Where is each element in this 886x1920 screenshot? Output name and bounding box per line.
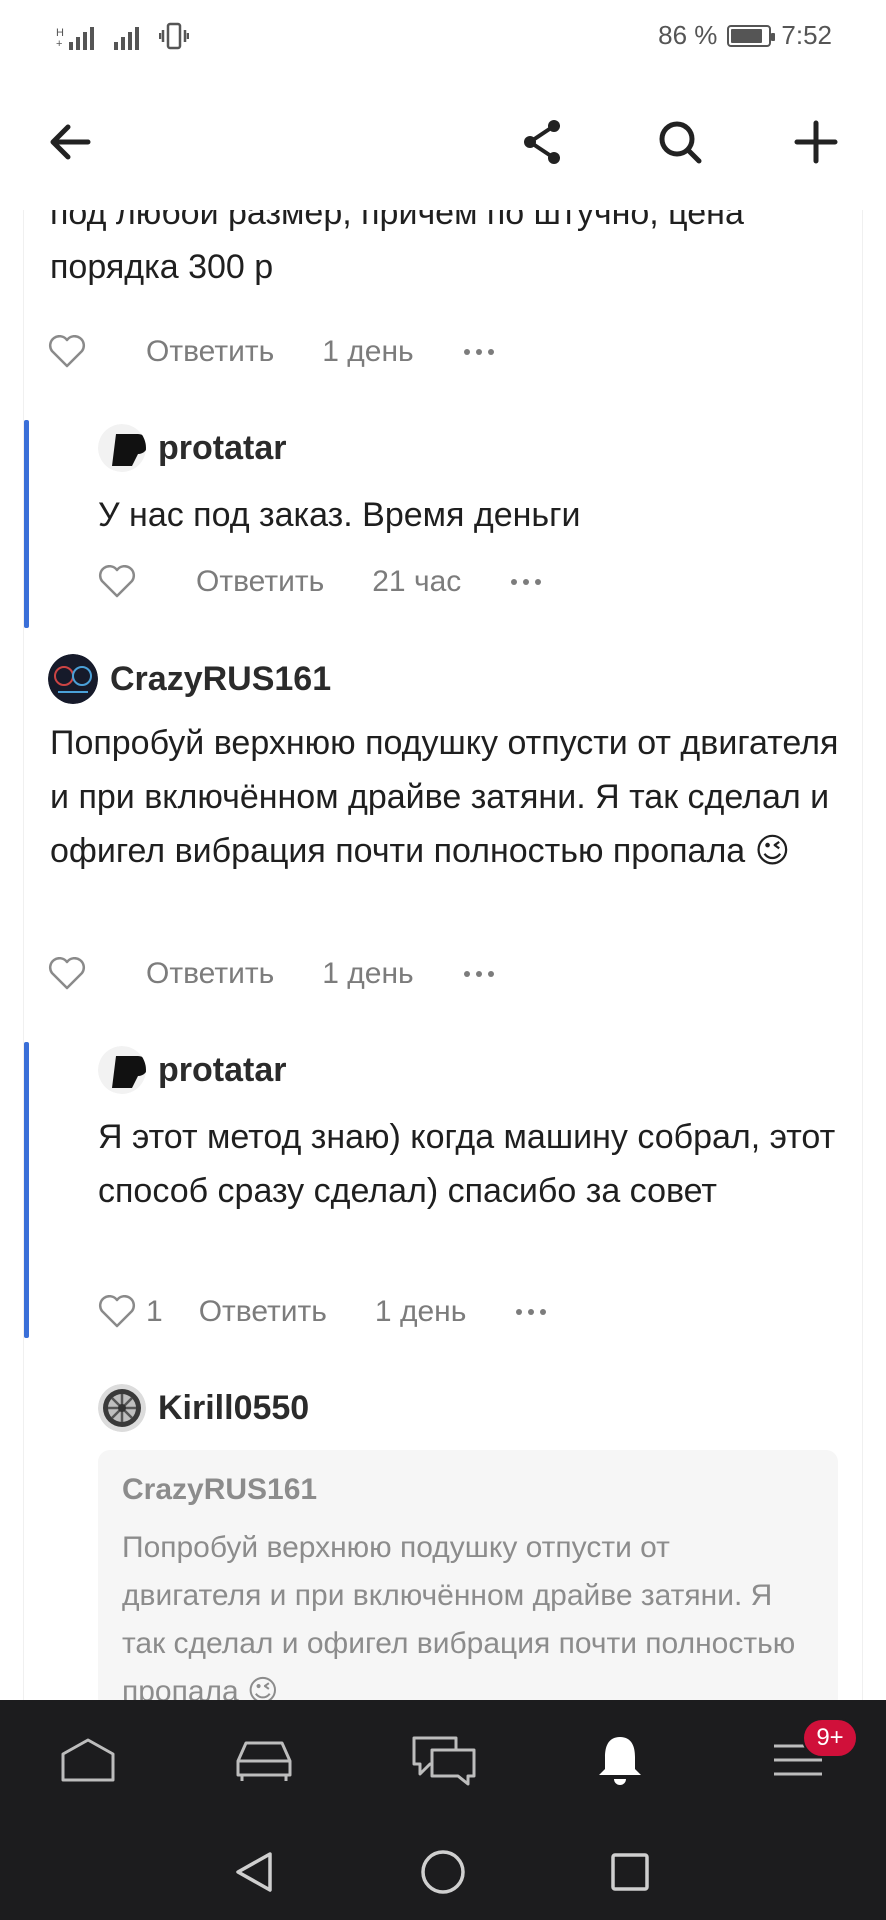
triangle-back-icon: [236, 1852, 272, 1892]
bottom-navigation: 9+: [0, 1700, 886, 1822]
reply-button[interactable]: Ответить: [146, 335, 274, 369]
author-name[interactable]: CrazyRUS161: [110, 660, 331, 699]
comment-actions: Ответить 1 день: [48, 332, 494, 372]
author-name[interactable]: protatar: [158, 429, 286, 468]
comment-time: 1 день: [374, 1295, 467, 1328]
reply-button[interactable]: Ответить: [146, 957, 274, 991]
like-button[interactable]: [98, 565, 146, 599]
more-options-button[interactable]: [463, 349, 494, 355]
comment-text: Попробуй верхнюю подушку отпусти от двиг…: [50, 724, 839, 870]
car-icon: [236, 1741, 292, 1781]
add-button[interactable]: [782, 108, 850, 176]
status-indicators: H +: [56, 22, 189, 50]
system-recents-button[interactable]: [600, 1842, 660, 1902]
signal-icon-sim2: [113, 24, 139, 50]
quote-author: CrazyRUS161: [122, 1473, 318, 1506]
more-options-button[interactable]: [463, 971, 494, 977]
author-name[interactable]: Kirill0550: [158, 1389, 309, 1428]
comment-text: Я этот метод знаю) когда машину собрал, …: [98, 1118, 836, 1210]
nav-notifications[interactable]: [584, 1730, 656, 1790]
top-app-bar: [0, 74, 886, 210]
comment-actions: Ответить 21 час: [98, 562, 542, 602]
system-back-button[interactable]: [224, 1842, 284, 1902]
nav-messages[interactable]: [408, 1730, 480, 1790]
avatar[interactable]: [98, 1046, 146, 1094]
comment-time: 1 день: [322, 957, 414, 990]
comment-time: 21 час: [372, 565, 462, 598]
reply-button[interactable]: Ответить: [199, 1295, 327, 1329]
like-count: 1: [146, 1295, 163, 1328]
avatar[interactable]: [98, 1384, 146, 1432]
comment-author[interactable]: protatar: [98, 1046, 286, 1094]
comment-actions: 1 Ответить 1 день: [98, 1292, 547, 1332]
nav-garage[interactable]: [228, 1730, 300, 1790]
clock: 7:52: [781, 20, 832, 50]
like-button[interactable]: [48, 957, 96, 991]
search-button[interactable]: [646, 108, 714, 176]
heart-icon: [99, 1295, 135, 1328]
comment-author[interactable]: Kirill0550: [98, 1384, 309, 1432]
more-options-button[interactable]: [511, 579, 542, 585]
battery-icon: [727, 24, 776, 47]
comment-text: У нас под заказ. Время деньги: [98, 496, 581, 534]
back-button[interactable]: [36, 108, 104, 176]
comment-actions: Ответить 1 день: [48, 954, 494, 994]
quote-text: Попробуй верхнюю подушку отпусти от двиг…: [122, 1531, 796, 1700]
status-right: 86 % 7:52: [658, 20, 832, 51]
vibrate-icon: [158, 22, 189, 50]
comment-time: 1 день: [322, 335, 414, 368]
avatar[interactable]: [98, 424, 146, 472]
share-icon: [524, 120, 560, 164]
heart-icon: [99, 565, 135, 598]
heart-icon: [49, 957, 85, 990]
thread-indicator: [24, 420, 29, 628]
circle-home-icon: [421, 1850, 465, 1894]
search-icon: [659, 121, 702, 164]
like-button[interactable]: 1: [98, 1295, 163, 1329]
nav-home[interactable]: [52, 1730, 124, 1790]
heart-icon: [49, 335, 85, 368]
comments-thread: под любой размер, причем по штучно, цена…: [24, 210, 862, 1700]
square-recents-icon: [611, 1853, 649, 1891]
system-home-button[interactable]: [413, 1842, 473, 1902]
home-icon: [61, 1738, 115, 1782]
bell-icon: [599, 1737, 641, 1785]
arrow-left-icon: [50, 124, 91, 160]
notification-badge: 9+: [802, 1718, 858, 1758]
share-button[interactable]: [508, 108, 576, 176]
author-name[interactable]: protatar: [158, 1051, 286, 1090]
comment-author[interactable]: protatar: [98, 424, 286, 472]
messages-icon: [412, 1736, 476, 1786]
comment-text: под любой размер, причем по штучно, цена…: [50, 210, 744, 286]
avatar[interactable]: [48, 654, 98, 704]
more-options-button[interactable]: [516, 1309, 547, 1315]
like-button[interactable]: [48, 335, 96, 369]
comment-author[interactable]: CrazyRUS161: [48, 654, 331, 704]
comments-feed[interactable]: под любой размер, причем по штучно, цена…: [0, 210, 886, 1700]
battery-fill: [731, 28, 763, 43]
plus-icon: [794, 120, 838, 164]
quoted-comment[interactable]: CrazyRUS161 Попробуй верхнюю подушку отп…: [98, 1450, 838, 1700]
reply-button[interactable]: Ответить: [196, 565, 324, 599]
system-navigation: [0, 1822, 886, 1920]
battery-percent: 86 %: [658, 20, 718, 50]
thread-indicator: [24, 1042, 29, 1338]
status-bar: H + 86 % 7:52: [0, 0, 886, 74]
signal-icon-sim1: H +: [56, 24, 94, 50]
